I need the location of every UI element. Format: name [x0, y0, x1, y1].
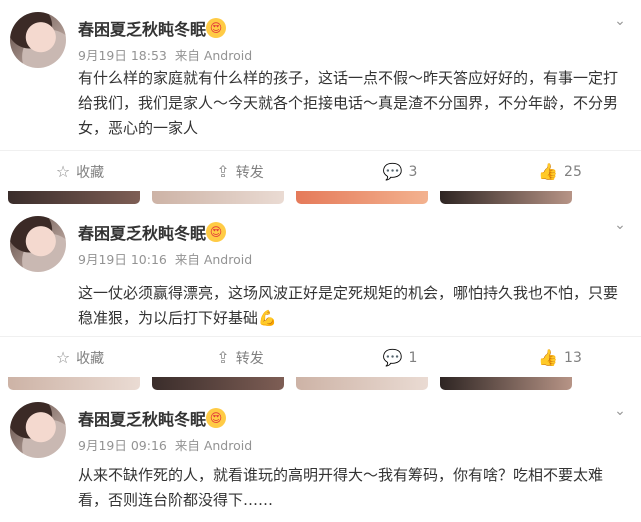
comment-button[interactable]: 💬 3 [320, 151, 480, 192]
thumb-up-icon: 👍 [538, 348, 559, 367]
avatar[interactable] [10, 402, 66, 458]
comment-icon: 💬 [382, 348, 403, 367]
favorite-button[interactable]: ☆ 收藏 [0, 151, 160, 192]
photo-thumb[interactable] [152, 191, 284, 204]
action-bar: ☆ 收藏 ⇪ 转发 💬 3 👍 25 [0, 150, 641, 192]
vip-badge-icon: 😍 [206, 408, 226, 428]
forward-button[interactable]: ⇪ 转发 [160, 337, 320, 378]
avatar[interactable] [10, 12, 66, 68]
chevron-down-icon[interactable]: ⌄ [611, 12, 629, 30]
favorite-button[interactable]: ☆ 收藏 [0, 337, 160, 378]
photo-thumb[interactable] [8, 191, 140, 204]
thumb-up-icon: 👍 [538, 162, 559, 181]
chevron-down-icon[interactable]: ⌄ [611, 402, 629, 420]
photo-thumb[interactable] [296, 191, 428, 204]
photo-thumb[interactable] [296, 377, 428, 390]
post-meta: 9月19日 10:16 来自 Android [78, 249, 256, 268]
post-source: 来自 Android [174, 48, 253, 63]
post-card: 春困夏乏秋盹冬眠 😍 9月19日 09:16 来自 Android ⌄ 从来不缺… [0, 390, 641, 522]
photo-thumb[interactable] [152, 377, 284, 390]
post-card: 春困夏乏秋盹冬眠 😍 9月19日 18:53 来自 Android ⌄ 有什么样… [0, 0, 641, 191]
photo-thumb[interactable] [440, 191, 572, 204]
photo-strip [0, 191, 641, 204]
action-bar: ☆ 收藏 ⇪ 转发 💬 1 👍 13 [0, 336, 641, 378]
photo-thumb[interactable] [8, 377, 140, 390]
author-name[interactable]: 春困夏乏秋盹冬眠 [78, 220, 206, 244]
post-date[interactable]: 9月19日 18:53 [78, 48, 167, 63]
star-icon: ☆ [55, 348, 71, 367]
post-date[interactable]: 9月19日 10:16 [78, 252, 167, 267]
author-name[interactable]: 春困夏乏秋盹冬眠 [78, 16, 206, 40]
forward-button[interactable]: ⇪ 转发 [160, 151, 320, 192]
post-date[interactable]: 9月19日 09:16 [78, 438, 167, 453]
vip-badge-icon: 😍 [206, 18, 226, 38]
post-card: 春困夏乏秋盹冬眠 😍 9月19日 10:16 来自 Android ⌄ 这一仗必… [0, 204, 641, 377]
like-button[interactable]: 👍 13 [480, 337, 640, 378]
star-icon: ☆ [55, 162, 71, 181]
post-meta: 9月19日 09:16 来自 Android [78, 435, 256, 454]
post-source: 来自 Android [174, 252, 253, 267]
share-icon: ⇪ [216, 162, 230, 181]
avatar[interactable] [10, 216, 66, 272]
photo-strip [0, 377, 641, 390]
post-content: 从来不缺作死的人，就看谁玩的高明开得大～我有筹码，你有啥？吃相不要太难看，否则连… [78, 466, 604, 509]
comment-button[interactable]: 💬 1 [320, 337, 480, 378]
like-button[interactable]: 👍 25 [480, 151, 640, 192]
post-source: 来自 Android [174, 438, 253, 453]
author-name[interactable]: 春困夏乏秋盹冬眠 [78, 406, 206, 430]
comment-icon: 💬 [382, 162, 403, 181]
vip-badge-icon: 😍 [206, 222, 226, 242]
share-icon: ⇪ [216, 348, 230, 367]
post-meta: 9月19日 18:53 来自 Android [78, 45, 256, 64]
post-content: 这一仗必须赢得漂亮，这场风波正好是定死规矩的机会，哪怕持久我也不怕，只要稳准狠，… [78, 284, 619, 327]
photo-thumb[interactable] [440, 377, 572, 390]
post-content: 有什么样的家庭就有什么样的孩子，这话一点不假～昨天答应好好的，有事一定打给我们，… [78, 69, 619, 137]
chevron-down-icon[interactable]: ⌄ [611, 216, 629, 234]
